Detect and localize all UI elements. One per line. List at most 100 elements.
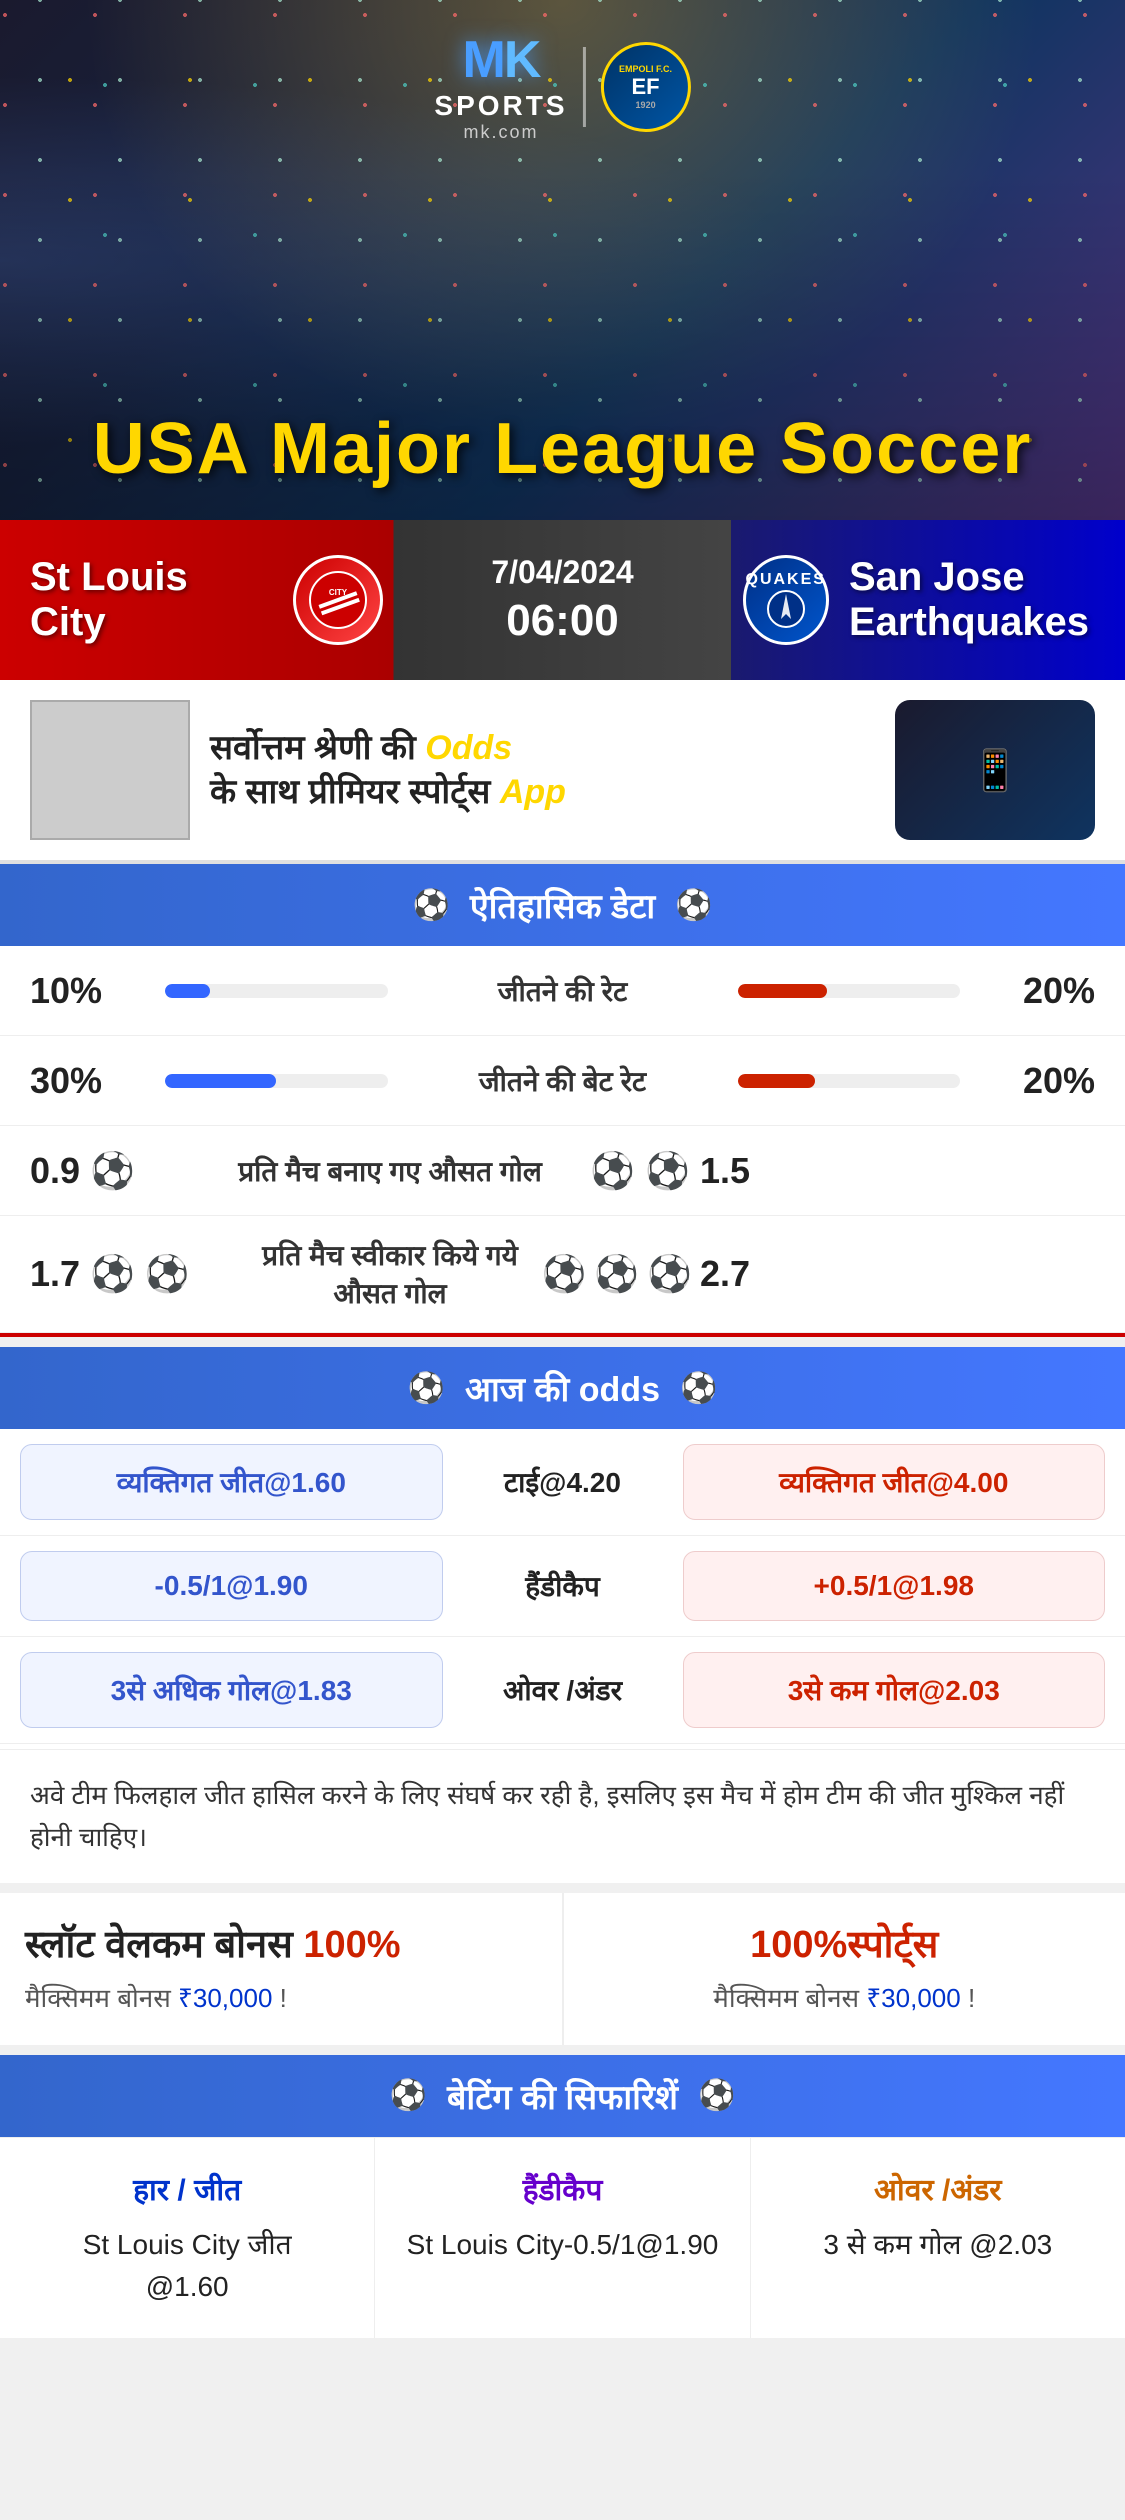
hero-title: USA Major League Soccer: [0, 408, 1125, 490]
stat-right-avg-conceded: 2.7: [700, 1253, 750, 1295]
away-team-section: QUAKES San Jose Earthquakes: [713, 555, 1125, 645]
bonus-right-subtitle: मैक्सिमम बोनस ₹30,000 !: [589, 1979, 1101, 2015]
stat-label-avg-conceded: प्रति मैच स्वीकार किये गये औसत गोल: [230, 1236, 550, 1312]
bonus-left-subtitle: मैक्सिमम बोनस ₹30,000 !: [25, 1979, 537, 2015]
stat-bar-left-win-rate: [165, 984, 388, 998]
odds-row-1: व्यक्तिगत जीत@1.60 टाई@4.20 व्यक्तिगत जी…: [0, 1429, 1125, 1536]
odds-row-2: -0.5/1@1.90 हैंडीकैप +0.5/1@1.98: [0, 1536, 1125, 1637]
stat-row-avg-goals: 0.9 ⚽ प्रति मैच बनाए गए औसत गोल ⚽ ⚽ 1.5: [0, 1126, 1125, 1216]
rec-title: बेटिंग की सिफारिशें: [447, 2073, 678, 2119]
odds-btn-handicap-away[interactable]: +0.5/1@1.98: [683, 1551, 1106, 1621]
ball-icon-blue-3: ⚽: [145, 1253, 190, 1295]
rec-col-ou: ओवर /अंडर 3 से कम गोल @2.03: [751, 2138, 1125, 2338]
recommendations-section: ⚽ बेटिंग की सिफारिशें ⚽ हार / जीत St Lou…: [0, 2055, 1125, 2338]
odds-btn-under[interactable]: 3से कम गोल@2.03: [683, 1652, 1106, 1728]
stat-row-win-rate: 10% जीतने की रेट 20%: [0, 946, 1125, 1036]
stat-bar-left-bet-rate: [165, 1074, 388, 1088]
mk-brand-name: MK: [434, 30, 567, 90]
bonus-right[interactable]: 100%स्पोर्ट्स मैक्सिमम बोनस ₹30,000 !: [564, 1893, 1125, 2045]
home-team-logo: CITY: [293, 555, 383, 645]
ball-icon-orange-2: ⚽: [645, 1150, 690, 1192]
promo-app: App: [500, 773, 566, 811]
mk-sports-logo: MK SPORTS mk.com EMPOLI F.C. EF 1920: [434, 30, 690, 143]
ball-icon-orange-1: ⚽: [590, 1150, 635, 1192]
odds-btn-away-win[interactable]: व्यक्तिगत जीत@4.00: [683, 1444, 1106, 1520]
promo-banner[interactable]: सर्वोत्तम श्रेणी की Odds के साथ प्रीमियर…: [0, 680, 1125, 864]
ball-icon-blue-2: ⚽: [90, 1253, 135, 1295]
logo-divider: [583, 47, 586, 127]
bonus-left-pct: 100%: [303, 1924, 400, 1966]
historical-header: ⚽ ऐतिहासिक डेटा ⚽: [0, 864, 1125, 946]
home-team-section: St Louis City CITY: [0, 555, 413, 645]
stat-bar-fill-right-win: [738, 984, 827, 998]
stat-right-bet-rate: 20%: [975, 1060, 1095, 1102]
rec-value-ou: 3 से कम गोल @2.03: [771, 2224, 1105, 2266]
rec-header: ⚽ बेटिंग की सिफारिशें ⚽: [0, 2055, 1125, 2137]
ball-icon-blue-1: ⚽: [90, 1150, 135, 1192]
match-time: 06:00: [413, 596, 713, 646]
odds-ball-left: ⚽: [408, 1371, 445, 1406]
bonus-right-amount: ₹30,000: [866, 1983, 960, 2013]
stat-left-bet-rate: 30%: [30, 1060, 150, 1102]
ball-icon-orange-3: ⚽: [541, 1253, 586, 1295]
empoli-logo: EMPOLI F.C. EF 1920: [601, 42, 691, 132]
odds-btn-handicap-home[interactable]: -0.5/1@1.90: [20, 1551, 443, 1621]
bonus-left[interactable]: स्लॉट वेलकम बोनस 100% मैक्सिमम बोनस ₹30,…: [0, 1893, 564, 2045]
stat-bar-fill-right-bet: [738, 1074, 816, 1088]
rec-title-win-loss: हार / जीत: [20, 2168, 354, 2209]
soccer-ball-icon-right: ⚽: [675, 888, 712, 923]
promo-highlight: Odds: [425, 729, 512, 767]
odds-title: आज की odds: [465, 1365, 660, 1411]
promo-phone-image: 📱: [895, 700, 1095, 840]
stat-left-win-rate: 10%: [30, 970, 150, 1012]
rec-row: हार / जीत St Louis City जीत @1.60 हैंडीक…: [0, 2137, 1125, 2338]
stat-left-avg-conceded: 1.7: [30, 1253, 80, 1295]
odds-row-3: 3से अधिक गोल@1.83 ओवर /अंडर 3से कम गोल@2…: [0, 1637, 1125, 1744]
away-team-logo: QUAKES: [743, 555, 829, 645]
rec-title-handicap: हैंडीकैप: [395, 2168, 729, 2209]
odds-label-tie: टाई@4.20: [453, 1463, 673, 1501]
odds-btn-over[interactable]: 3से अधिक गोल@1.83: [20, 1652, 443, 1728]
stat-right-win-rate: 20%: [975, 970, 1095, 1012]
stat-bar-fill-left-win: [165, 984, 210, 998]
home-team-name: St Louis City: [30, 555, 273, 645]
sports-text: SPORTS: [434, 90, 567, 122]
analysis-text: अवे टीम फिलहाल जीत हासिल करने के लिए संघ…: [0, 1749, 1125, 1883]
stat-right-avg-goals: 1.5: [700, 1150, 750, 1192]
stat-row-bet-rate: 30% जीतने की बेट रेट 20%: [0, 1036, 1125, 1126]
mk-logo-text-block: MK SPORTS mk.com: [434, 30, 567, 143]
rec-ball-left: ⚽: [390, 2078, 427, 2113]
hero-banner: MK SPORTS mk.com EMPOLI F.C. EF 1920 USA…: [0, 0, 1125, 520]
odds-label-handicap: हैंडीकैप: [453, 1567, 673, 1605]
odds-label-ou: ओवर /अंडर: [453, 1671, 673, 1709]
stat-label-win-rate: जीतने की रेट: [403, 972, 723, 1010]
promo-image: [30, 700, 190, 840]
historical-title: ऐतिहासिक डेटा: [470, 882, 655, 928]
bonus-section[interactable]: स्लॉट वेलकम बोनस 100% मैक्सिमम बोनस ₹30,…: [0, 1893, 1125, 2045]
ball-icon-orange-5: ⚽: [647, 1253, 692, 1295]
rec-col-win-loss: हार / जीत St Louis City जीत @1.60: [0, 2138, 375, 2338]
soccer-ball-icon-left: ⚽: [412, 888, 449, 923]
bonus-right-title: 100%स्पोर्ट्स: [589, 1923, 1101, 1969]
stat-bar-right-win-rate: [738, 984, 961, 998]
ball-icon-orange-4: ⚽: [594, 1253, 639, 1295]
rec-title-ou: ओवर /अंडर: [771, 2168, 1105, 2209]
quakes-label: QUAKES: [746, 571, 826, 589]
match-date: 7/04/2024: [413, 554, 713, 591]
rec-value-win-loss: St Louis City जीत @1.60: [20, 2224, 354, 2308]
stat-label-bet-rate: जीतने की बेट रेट: [403, 1062, 723, 1100]
historical-section: ⚽ ऐतिहासिक डेटा ⚽ 10% जीतने की रेट 20% 3…: [0, 864, 1125, 1337]
stat-left-avg-goals: 0.9: [30, 1150, 80, 1192]
stat-label-avg-goals: प्रति मैच बनाए गए औसत गोल: [230, 1152, 550, 1190]
stat-bar-right-bet-rate: [738, 1074, 961, 1088]
bonus-left-title: स्लॉट वेलकम बोनस 100%: [25, 1923, 537, 1969]
rec-col-handicap: हैंडीकैप St Louis City-0.5/1@1.90: [375, 2138, 750, 2338]
match-bar: St Louis City CITY 7/04/2024 06:00 QUAKE…: [0, 520, 1125, 680]
away-team-name: San Jose Earthquakes: [849, 555, 1095, 645]
odds-ball-right: ⚽: [680, 1371, 717, 1406]
odds-header: ⚽ आज की odds ⚽: [0, 1347, 1125, 1429]
rec-ball-right: ⚽: [698, 2078, 735, 2113]
bonus-left-amount: ₹30,000: [178, 1983, 272, 2013]
odds-section: ⚽ आज की odds ⚽ व्यक्तिगत जीत@1.60 टाई@4.…: [0, 1347, 1125, 1883]
odds-btn-home-win[interactable]: व्यक्तिगत जीत@1.60: [20, 1444, 443, 1520]
